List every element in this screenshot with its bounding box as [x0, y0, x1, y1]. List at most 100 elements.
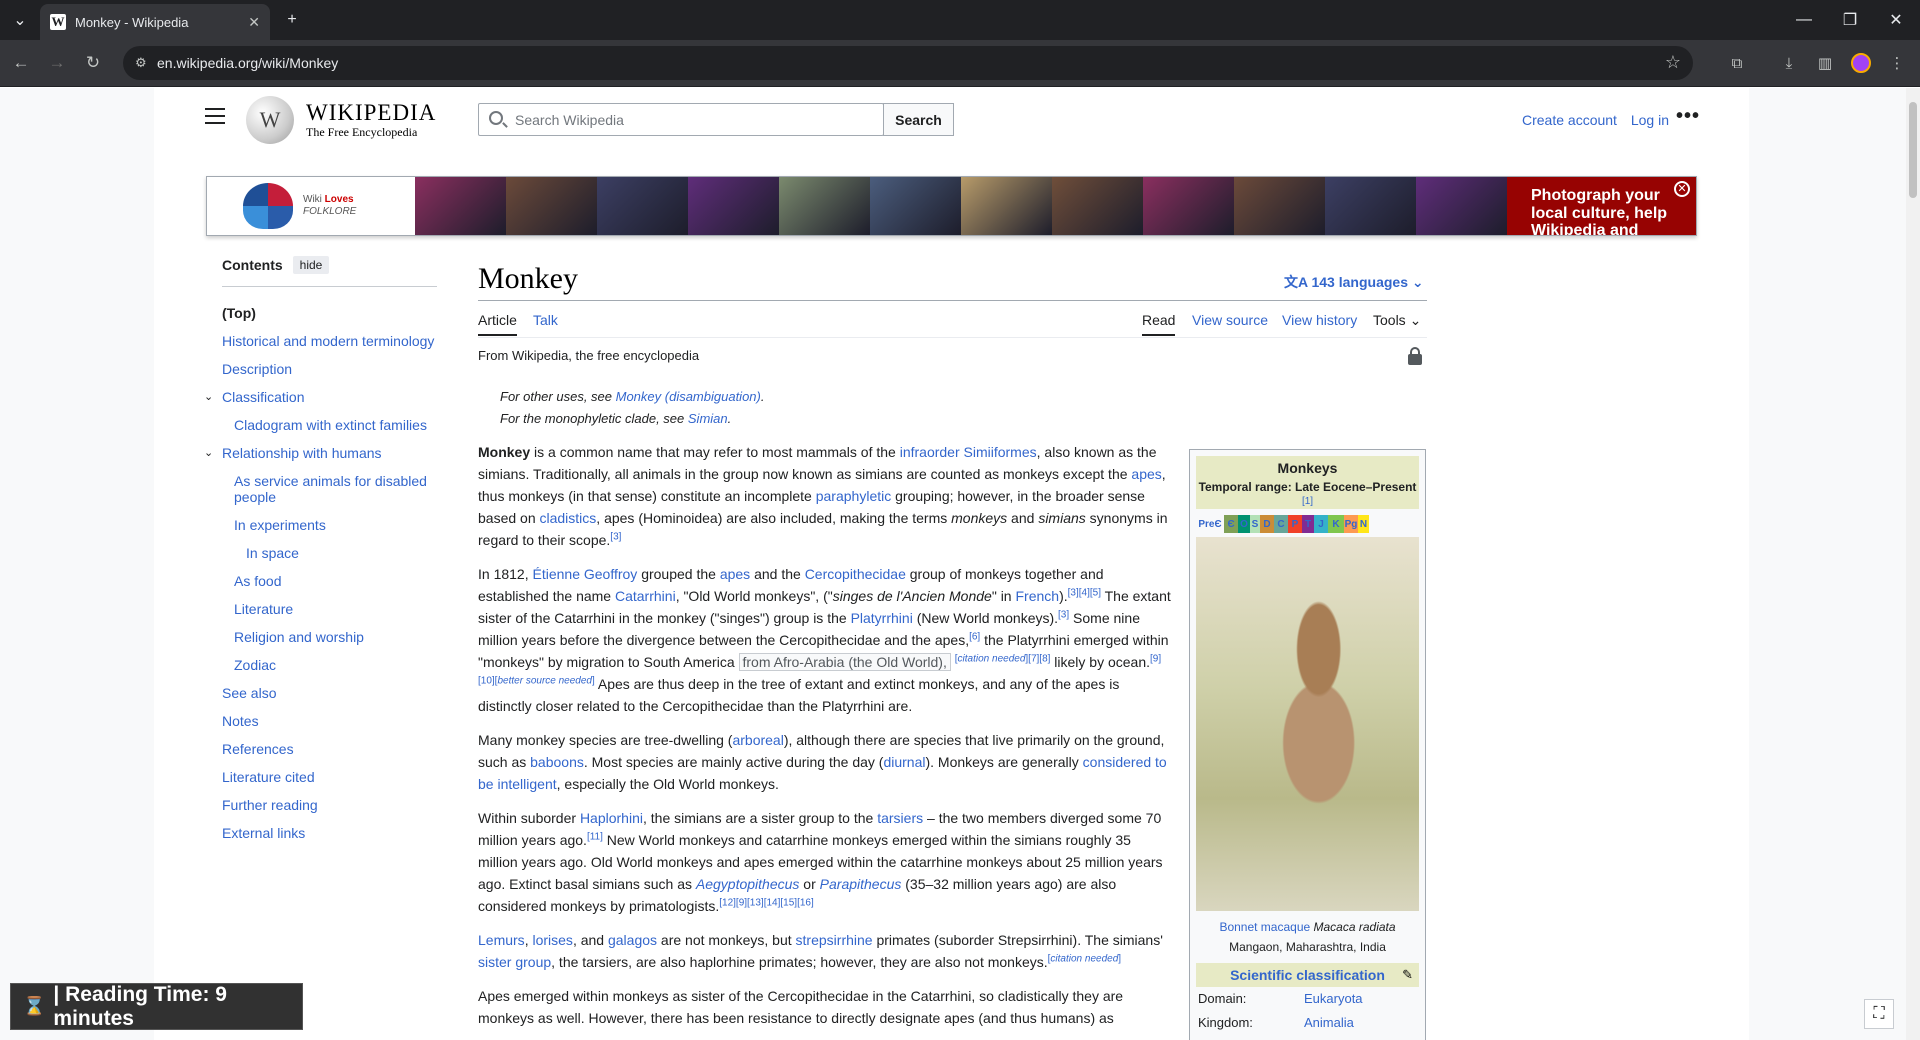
- toc-item[interactable]: ⌄ Classification: [204, 383, 437, 411]
- citation[interactable]: [3]: [610, 531, 621, 542]
- taxon-link[interactable]: Animalia: [1304, 1011, 1354, 1035]
- window-close-icon[interactable]: ✕: [1882, 6, 1910, 34]
- create-account-link[interactable]: Create account: [1522, 112, 1617, 128]
- link[interactable]: apes: [720, 566, 750, 582]
- profile-avatar[interactable]: [1851, 53, 1871, 73]
- tools-menu[interactable]: Tools ⌄: [1373, 312, 1421, 329]
- toc-item[interactable]: Zodiac: [222, 651, 437, 679]
- toc-item[interactable]: Literature: [222, 595, 437, 623]
- toc-item[interactable]: Cladogram with extinct families: [222, 411, 437, 439]
- bookmark-star-icon[interactable]: ☆: [1665, 52, 1681, 73]
- link[interactable]: French: [1015, 588, 1059, 604]
- timeline-period[interactable]: C: [1274, 515, 1288, 533]
- search-input[interactable]: Search Wikipedia: [478, 103, 884, 136]
- timeline-period[interactable]: PreЄ: [1196, 515, 1224, 533]
- link[interactable]: Lemurs: [478, 932, 525, 948]
- toc-item[interactable]: References: [222, 735, 437, 763]
- more-options-icon[interactable]: •••: [1676, 105, 1700, 128]
- timeline-period[interactable]: K: [1328, 515, 1344, 533]
- simian-link[interactable]: Simian: [688, 411, 728, 426]
- tab-view-source[interactable]: View source: [1192, 312, 1268, 328]
- toc-item[interactable]: As food: [222, 567, 437, 595]
- side-panel-icon[interactable]: ▥: [1812, 50, 1838, 76]
- timeline-period[interactable]: O: [1238, 515, 1250, 533]
- citation[interactable]: [citation needed]: [1048, 953, 1121, 964]
- toc-item[interactable]: In space: [222, 539, 437, 567]
- link[interactable]: cladistics: [540, 510, 597, 526]
- link[interactable]: Cercopithecidae: [805, 566, 906, 582]
- log-in-link[interactable]: Log in: [1631, 112, 1669, 128]
- link[interactable]: Étienne Geoffroy: [533, 566, 638, 582]
- language-selector[interactable]: 文A 143 languages ⌄: [1284, 272, 1424, 292]
- link[interactable]: galagos: [608, 932, 657, 948]
- bonnet-macaque-photo[interactable]: [1196, 537, 1419, 911]
- toc-item[interactable]: Literature cited: [222, 763, 437, 791]
- toc-item[interactable]: (Top): [222, 299, 437, 327]
- toc-item[interactable]: External links: [222, 819, 437, 847]
- timeline-period[interactable]: Pg: [1344, 515, 1358, 533]
- tab-article[interactable]: Article: [478, 312, 517, 336]
- extensions-icon[interactable]: ⧉: [1724, 50, 1750, 76]
- tab-talk[interactable]: Talk: [533, 312, 558, 328]
- scientific-classification-header[interactable]: Scientific classification ✎: [1196, 963, 1419, 987]
- toc-collapse-chevron-icon[interactable]: ⌄: [204, 383, 213, 411]
- wiki-loves-folklore-banner[interactable]: Wiki Loves FOLKLORE Photograph your loca…: [206, 176, 1697, 236]
- toc-collapse-chevron-icon[interactable]: ⌄: [204, 439, 213, 467]
- banner-close-icon[interactable]: ✕: [1674, 181, 1690, 197]
- forward-icon[interactable]: →: [44, 50, 70, 76]
- toc-item[interactable]: See also: [222, 679, 437, 707]
- address-bar[interactable]: ⚙ en.wikipedia.org/wiki/Monkey ☆: [123, 46, 1693, 80]
- bonnet-macaque-link[interactable]: Bonnet macaque: [1219, 920, 1310, 934]
- restore-icon[interactable]: ❐: [1836, 6, 1864, 34]
- reload-icon[interactable]: ↻: [80, 50, 106, 76]
- browser-menu-icon[interactable]: ⋮: [1884, 50, 1910, 76]
- link[interactable]: Parapithecus: [820, 876, 902, 892]
- new-tab-icon[interactable]: +: [278, 6, 306, 34]
- link[interactable]: lorises: [532, 932, 572, 948]
- link[interactable]: Platyrrhini: [851, 610, 913, 626]
- link[interactable]: apes: [1131, 466, 1161, 482]
- citation[interactable]: [11]: [587, 831, 603, 842]
- link[interactable]: strepsirrhine: [796, 932, 873, 948]
- tab-read[interactable]: Read: [1142, 312, 1176, 336]
- lock-icon[interactable]: [1408, 347, 1422, 365]
- tab-search-chevron-icon[interactable]: ⌄: [6, 6, 34, 34]
- site-info-icon[interactable]: ⚙: [135, 55, 147, 71]
- timeline-period[interactable]: S: [1250, 515, 1260, 533]
- timeline-period[interactable]: D: [1260, 515, 1274, 533]
- citation[interactable]: [12][9][13][14][15][16]: [719, 897, 814, 908]
- citation[interactable]: [1]: [1196, 496, 1419, 507]
- timeline-period[interactable]: Є: [1224, 515, 1238, 533]
- scrollbar-thumb[interactable]: [1909, 102, 1917, 198]
- browser-tab[interactable]: W Monkey - Wikipedia ✕: [40, 4, 270, 40]
- toc-item[interactable]: Description: [222, 355, 437, 383]
- link[interactable]: paraphyletic: [816, 488, 892, 504]
- tab-view-history[interactable]: View history: [1282, 312, 1357, 328]
- back-icon[interactable]: ←: [8, 50, 34, 76]
- citation[interactable]: [citation needed][7][8]: [955, 653, 1051, 664]
- link[interactable]: Aegyptopithecus: [696, 876, 800, 892]
- link[interactable]: infraorder Simiiformes: [900, 444, 1037, 460]
- tab-close-icon[interactable]: ✕: [248, 14, 260, 31]
- citation[interactable]: [3]: [1058, 609, 1069, 620]
- wikipedia-wordmark[interactable]: WIKIPEDIA: [306, 100, 436, 126]
- citation[interactable]: [3][4][5]: [1068, 587, 1101, 598]
- link[interactable]: Haplorhini: [580, 810, 643, 826]
- edit-pencil-icon[interactable]: ✎: [1402, 967, 1413, 983]
- toc-item[interactable]: Religion and worship: [222, 623, 437, 651]
- download-icon[interactable]: ⤓: [1776, 50, 1802, 76]
- disambiguation-link[interactable]: Monkey (disambiguation): [616, 389, 761, 404]
- fullscreen-icon[interactable]: ⛶: [1864, 999, 1894, 1029]
- taxon-link[interactable]: Eukaryota: [1304, 987, 1363, 1011]
- page-scrollbar[interactable]: [1906, 88, 1920, 1040]
- link[interactable]: baboons: [530, 754, 584, 770]
- timeline-period[interactable]: J: [1314, 515, 1328, 533]
- banner-cta[interactable]: Photograph your local culture, help Wiki…: [1507, 177, 1696, 235]
- link[interactable]: diurnal: [883, 754, 925, 770]
- timeline-period[interactable]: T: [1302, 515, 1314, 533]
- toc-hide-button[interactable]: hide: [292, 256, 330, 274]
- toc-item[interactable]: Historical and modern terminology: [222, 327, 437, 355]
- wikipedia-globe-logo[interactable]: W: [246, 96, 294, 144]
- toc-item[interactable]: Further reading: [222, 791, 437, 819]
- main-menu-icon[interactable]: [205, 108, 225, 124]
